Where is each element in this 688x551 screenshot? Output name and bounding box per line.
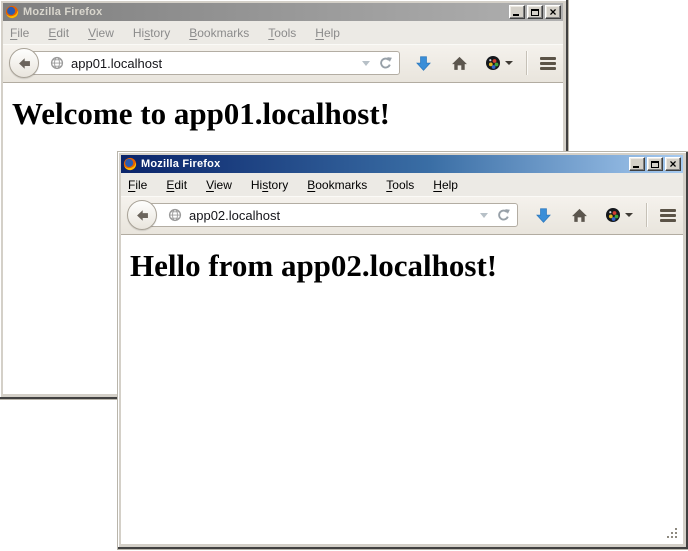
firefox-window-app02: Mozilla Firefox File Edit View History Bookm… [118, 152, 688, 549]
reload-icon[interactable] [378, 56, 393, 71]
menu-view[interactable]: View [206, 178, 232, 192]
globe-icon [50, 56, 64, 70]
menu-bookmarks[interactable]: Bookmarks [307, 178, 367, 192]
resize-grip-icon[interactable] [666, 527, 679, 540]
menu-button[interactable] [660, 209, 676, 222]
maximize-icon [531, 9, 539, 16]
maximize-icon [651, 161, 659, 168]
menu-history[interactable]: History [133, 26, 170, 40]
menu-help[interactable]: Help [433, 178, 458, 192]
home-button[interactable] [571, 207, 588, 224]
close-button[interactable] [545, 5, 561, 19]
back-button[interactable] [9, 48, 39, 78]
minimize-button[interactable] [509, 5, 525, 19]
menu-tools[interactable]: Tools [386, 178, 414, 192]
dropdown-arrow-icon[interactable] [362, 61, 370, 66]
url-bar[interactable]: app01.localhost [23, 51, 400, 75]
titlebar[interactable]: Mozilla Firefox [3, 3, 563, 21]
maximize-button[interactable] [647, 157, 663, 171]
menu-edit[interactable]: Edit [166, 178, 187, 192]
home-button[interactable] [451, 55, 468, 72]
globe-icon [168, 208, 182, 222]
menu-help[interactable]: Help [315, 26, 340, 40]
maximize-button[interactable] [527, 5, 543, 19]
menu-tools[interactable]: Tools [268, 26, 296, 40]
url-bar[interactable]: app02.localhost [141, 203, 518, 227]
url-text: app02.localhost [189, 208, 280, 223]
menu-bar: File Edit View History Bookmarks Tools Help [121, 173, 683, 196]
firefox-logo-icon [5, 5, 19, 19]
hamburger-menu-icon [660, 209, 676, 212]
back-arrow-icon [17, 56, 32, 71]
titlebar[interactable]: Mozilla Firefox [121, 155, 683, 173]
hamburger-menu-icon [540, 57, 556, 60]
close-icon [549, 3, 556, 21]
window-controls [629, 157, 681, 171]
addon-button[interactable] [605, 207, 633, 223]
page-heading: Welcome to app01.localhost! [12, 96, 563, 132]
download-button[interactable] [535, 207, 552, 224]
page-heading: Hello from app02.localhost! [130, 248, 683, 284]
addon-button[interactable] [485, 55, 513, 71]
download-arrow-icon [535, 207, 552, 224]
minimize-button[interactable] [629, 157, 645, 171]
navigation-toolbar: app02.localhost [121, 196, 683, 235]
page-content: Hello from app02.localhost! [121, 235, 683, 544]
window-title: Mozilla Firefox [141, 158, 220, 170]
window-controls [509, 5, 561, 19]
menu-file[interactable]: File [128, 178, 147, 192]
menu-bookmarks[interactable]: Bookmarks [189, 26, 249, 40]
window-title: Mozilla Firefox [23, 6, 102, 18]
navigation-toolbar: app01.localhost [3, 44, 563, 83]
download-button[interactable] [415, 55, 432, 72]
menu-edit[interactable]: Edit [48, 26, 69, 40]
minimize-icon [513, 14, 519, 16]
minimize-icon [633, 166, 639, 168]
back-arrow-icon [135, 208, 150, 223]
colorful-addon-icon [485, 55, 501, 71]
home-icon [451, 55, 468, 72]
reload-icon[interactable] [496, 208, 511, 223]
close-icon [669, 155, 676, 173]
menu-view[interactable]: View [88, 26, 114, 40]
menu-history[interactable]: History [251, 178, 288, 192]
toolbar-separator [646, 203, 647, 227]
colorful-addon-icon [605, 207, 621, 223]
desktop: { "windows": [ { "title": "Mozilla Firef… [0, 0, 688, 551]
home-icon [571, 207, 588, 224]
url-text: app01.localhost [71, 56, 162, 71]
firefox-logo-icon [123, 157, 137, 171]
back-button[interactable] [127, 200, 157, 230]
close-button[interactable] [665, 157, 681, 171]
caret-down-icon [505, 61, 513, 65]
dropdown-arrow-icon[interactable] [480, 213, 488, 218]
download-arrow-icon [415, 55, 432, 72]
menu-file[interactable]: File [10, 26, 29, 40]
menu-button[interactable] [540, 57, 556, 70]
caret-down-icon [625, 213, 633, 217]
toolbar-separator [526, 51, 527, 75]
menu-bar: File Edit View History Bookmarks Tools Help [3, 21, 563, 44]
